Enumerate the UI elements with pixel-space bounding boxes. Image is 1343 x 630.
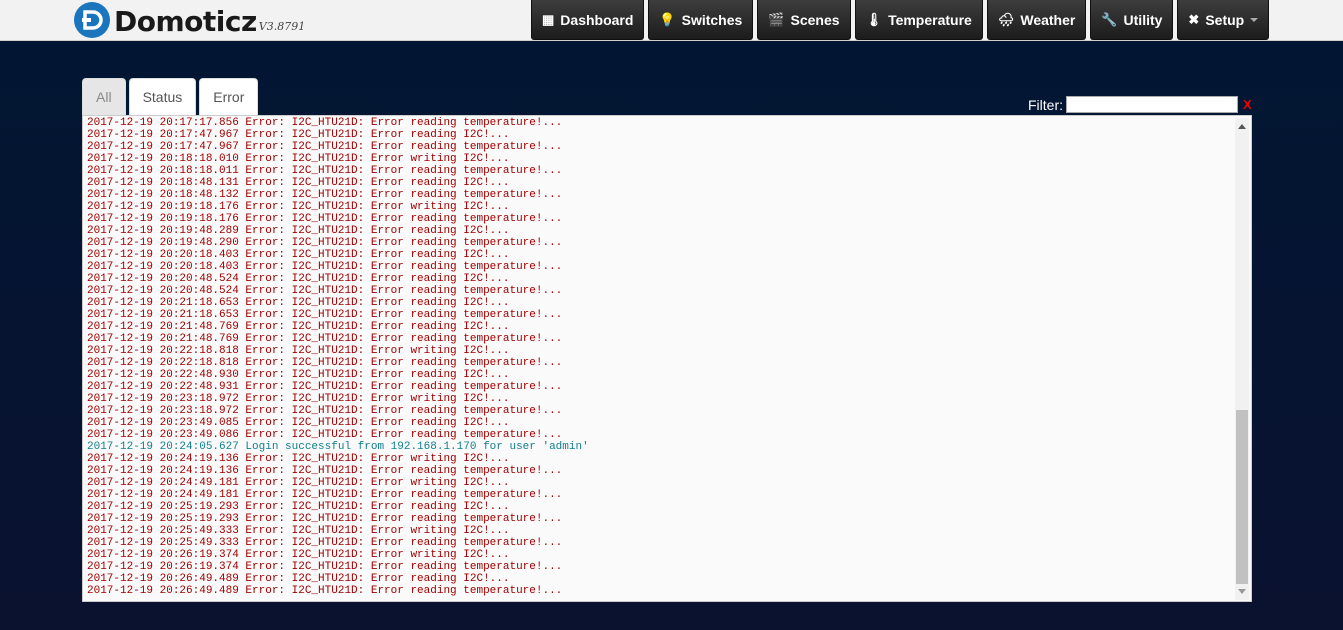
logo[interactable]: Domoticz V3.8791 <box>74 2 305 38</box>
log-panel[interactable]: 2017-12-19 20:17:17.856 Error: I2C_HTU21… <box>82 115 1252 602</box>
log-line: 2017-12-19 20:26:19.374 Error: I2C_HTU21… <box>87 549 510 561</box>
nav-label: Temperature <box>888 11 972 28</box>
chevron-down-icon <box>1250 17 1259 22</box>
cloud-rain-icon: 🌧 <box>997 11 1015 27</box>
nav-dashboard-button[interactable]: ▦ Dashboard <box>531 0 645 40</box>
log-line: 2017-12-19 20:23:18.972 Error: I2C_HTU21… <box>87 393 510 405</box>
nav-weather-button[interactable]: 🌧 Weather <box>986 0 1087 40</box>
nav-label: Switches <box>681 11 743 28</box>
log-line: 2017-12-19 20:22:48.930 Error: I2C_HTU21… <box>87 369 510 381</box>
log-line: 2017-12-19 20:24:49.181 Error: I2C_HTU21… <box>87 477 510 489</box>
log-line: 2017-12-19 20:17:47.967 Error: I2C_HTU21… <box>87 141 563 153</box>
log-line: 2017-12-19 20:25:19.293 Error: I2C_HTU21… <box>87 501 510 513</box>
lightbulb-icon: 💡 <box>659 11 676 27</box>
nav-utility-button[interactable]: 🔧 Utility <box>1090 0 1174 40</box>
utility-icon: 🔧 <box>1101 11 1118 27</box>
clear-filter-button[interactable]: X <box>1243 97 1252 112</box>
log-line: 2017-12-19 20:18:48.132 Error: I2C_HTU21… <box>87 189 563 201</box>
filter-bar: Filter: X <box>1028 96 1252 113</box>
main-nav: ▦ Dashboard 💡 Switches 🎬 Scenes 🌡 Temperature 🌧 W… <box>531 0 1273 40</box>
tools-icon: ✖ <box>1188 11 1200 27</box>
log-line: 2017-12-19 20:26:49.489 Error: I2C_HTU21… <box>87 573 510 585</box>
log-line: 2017-12-19 20:19:48.290 Error: I2C_HTU21… <box>87 237 563 249</box>
log-line: 2017-12-19 20:18:48.131 Error: I2C_HTU21… <box>87 177 510 189</box>
log-line: 2017-12-19 20:23:49.086 Error: I2C_HTU21… <box>87 429 563 441</box>
log-line: 2017-12-19 20:25:19.293 Error: I2C_HTU21… <box>87 513 563 525</box>
nav-label: Setup <box>1205 11 1245 28</box>
log-scrollbar[interactable] <box>1235 118 1249 600</box>
log-line: 2017-12-19 20:21:48.769 Error: I2C_HTU21… <box>87 333 563 345</box>
nav-setup-button[interactable]: ✖ Setup <box>1177 0 1270 40</box>
scroll-thumb[interactable] <box>1236 410 1248 584</box>
log-line: 2017-12-19 20:17:17.856 Error: I2C_HTU21… <box>87 117 563 129</box>
log-line: 2017-12-19 20:25:49.333 Error: I2C_HTU21… <box>87 525 510 537</box>
nav-scenes-button[interactable]: 🎬 Scenes <box>757 0 851 40</box>
log-line: 2017-12-19 20:24:05.627 Login successful… <box>87 441 589 453</box>
tab-error[interactable]: Error <box>199 78 259 115</box>
tab-status[interactable]: Status <box>128 78 197 115</box>
log-line: 2017-12-19 20:19:18.176 Error: I2C_HTU21… <box>87 213 563 225</box>
clapperboard-icon: 🎬 <box>768 11 785 27</box>
nav-label: Utility <box>1123 11 1163 28</box>
scroll-up-arrow-icon[interactable] <box>1238 124 1246 129</box>
log-line: 2017-12-19 20:26:19.374 Error: I2C_HTU21… <box>87 561 563 573</box>
log-line: 2017-12-19 20:24:19.136 Error: I2C_HTU21… <box>87 465 563 477</box>
app-version: V3.8791 <box>258 20 306 33</box>
log-line: 2017-12-19 20:21:18.653 Error: I2C_HTU21… <box>87 309 563 321</box>
nav-label: Dashboard <box>560 11 634 28</box>
log-line: 2017-12-19 20:23:18.972 Error: I2C_HTU21… <box>87 405 563 417</box>
log-line: 2017-12-19 20:22:18.818 Error: I2C_HTU21… <box>87 357 563 369</box>
log-line: 2017-12-19 20:21:18.653 Error: I2C_HTU21… <box>87 297 510 309</box>
thermometer-icon: 🌡 <box>865 11 883 27</box>
log-line: 2017-12-19 20:24:49.181 Error: I2C_HTU21… <box>87 489 563 501</box>
log-line: 2017-12-19 20:19:48.289 Error: I2C_HTU21… <box>87 225 510 237</box>
log-line: 2017-12-19 20:20:18.403 Error: I2C_HTU21… <box>87 261 563 273</box>
scroll-down-arrow-icon[interactable] <box>1238 589 1246 594</box>
log-line: 2017-12-19 20:17:47.967 Error: I2C_HTU21… <box>87 129 510 141</box>
log-lines: 2017-12-19 20:17:17.856 Error: I2C_HTU21… <box>87 117 1231 597</box>
log-line: 2017-12-19 20:18:18.011 Error: I2C_HTU21… <box>87 165 563 177</box>
log-line: 2017-12-19 20:19:18.176 Error: I2C_HTU21… <box>87 201 510 213</box>
log-line: 2017-12-19 20:25:49.333 Error: I2C_HTU21… <box>87 537 563 549</box>
app-name: Domoticz <box>114 5 257 38</box>
log-line: 2017-12-19 20:20:48.524 Error: I2C_HTU21… <box>87 273 510 285</box>
log-tabs: All Status Error <box>82 78 261 115</box>
log-line: 2017-12-19 20:26:49.489 Error: I2C_HTU21… <box>87 585 563 597</box>
log-line: 2017-12-19 20:20:48.524 Error: I2C_HTU21… <box>87 285 563 297</box>
log-line: 2017-12-19 20:20:18.403 Error: I2C_HTU21… <box>87 249 510 261</box>
log-line: 2017-12-19 20:21:48.769 Error: I2C_HTU21… <box>87 321 510 333</box>
nav-switches-button[interactable]: 💡 Switches <box>648 0 754 40</box>
log-line: 2017-12-19 20:22:48.931 Error: I2C_HTU21… <box>87 381 563 393</box>
nav-label: Scenes <box>790 11 840 28</box>
top-bar: Domoticz V3.8791 ▦ Dashboard 💡 Switches 🎬 Sce… <box>0 0 1343 41</box>
nav-label: Weather <box>1020 11 1076 28</box>
nav-temperature-button[interactable]: 🌡 Temperature <box>854 0 983 40</box>
dashboard-icon: ▦ <box>542 11 555 27</box>
log-line: 2017-12-19 20:23:49.085 Error: I2C_HTU21… <box>87 417 510 429</box>
log-line: 2017-12-19 20:18:18.010 Error: I2C_HTU21… <box>87 153 510 165</box>
domoticz-logo-icon <box>74 2 110 38</box>
log-line: 2017-12-19 20:22:18.818 Error: I2C_HTU21… <box>87 345 510 357</box>
tab-all[interactable]: All <box>82 78 126 115</box>
log-line: 2017-12-19 20:24:19.136 Error: I2C_HTU21… <box>87 453 510 465</box>
filter-input[interactable] <box>1066 96 1238 113</box>
filter-label: Filter: <box>1028 96 1063 113</box>
